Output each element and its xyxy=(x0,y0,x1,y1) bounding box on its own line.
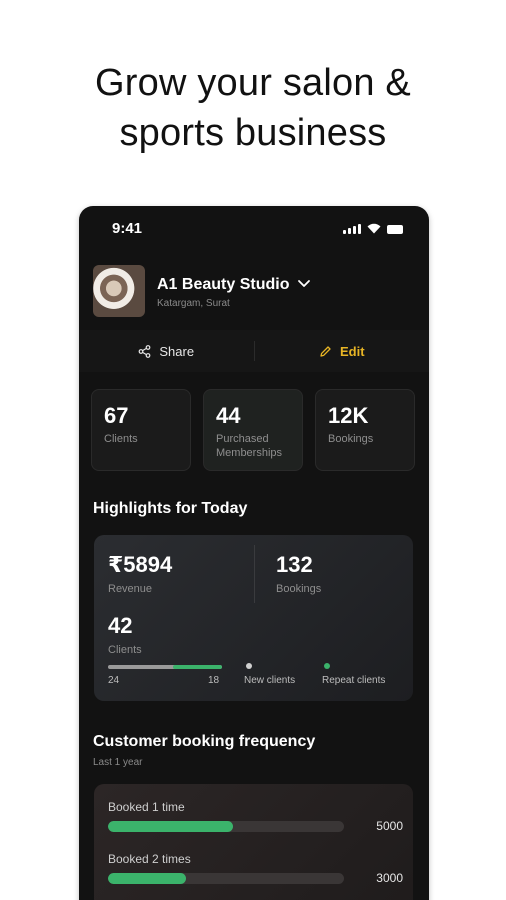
stat-card-bookings[interactable]: 12K Bookings xyxy=(315,389,415,471)
stat-value: 67 xyxy=(104,403,129,428)
pencil-icon xyxy=(320,345,331,357)
share-button[interactable]: Share xyxy=(79,330,254,372)
frequency-value: 5000 xyxy=(376,819,403,833)
revenue-value: ₹5894 xyxy=(108,552,173,577)
frequency-track xyxy=(108,873,344,884)
headline: Grow your salon & sports business xyxy=(0,58,506,158)
bookings-label: Bookings xyxy=(276,583,322,595)
frequency-row: Booked 1 time 5000 xyxy=(108,800,403,848)
studio-location: Katargam, Surat xyxy=(157,298,230,309)
edit-button[interactable]: Edit xyxy=(255,330,430,372)
status-icons xyxy=(343,223,403,234)
legend-new-label: New clients xyxy=(244,675,296,686)
bookings-value: 132 xyxy=(276,552,313,577)
phone-screen: 9:41 A1 Beauty Studio Katargam, Surat Sh… xyxy=(79,206,429,900)
stat-card-memberships[interactable]: 44 Purchased Memberships xyxy=(203,389,303,471)
wifi-icon xyxy=(367,223,381,234)
new-clients-dot xyxy=(246,663,252,669)
stat-label: Clients xyxy=(104,433,138,445)
repeat-clients-dot xyxy=(324,663,330,669)
stats-row: 67 Clients 44 Purchased Memberships 12K … xyxy=(91,389,415,471)
battery-icon xyxy=(387,225,403,234)
clients-value: 42 xyxy=(108,613,133,638)
frequency-fill xyxy=(108,873,186,884)
chevron-down-icon[interactable] xyxy=(296,276,312,292)
frequency-card: Booked 1 time 5000 Booked 2 times 3000 xyxy=(94,784,413,900)
stat-value: 44 xyxy=(216,403,241,428)
stat-label: Purchased Memberships xyxy=(216,433,283,459)
revenue-label: Revenue xyxy=(108,583,153,595)
status-time: 9:41 xyxy=(112,220,143,237)
share-label: Share xyxy=(159,343,195,359)
signal-icon xyxy=(343,224,361,234)
new-clients-count: 24 xyxy=(108,675,120,686)
frequency-label: Booked 2 times xyxy=(108,852,191,866)
frequency-subtitle: Last 1 year xyxy=(93,757,143,768)
headline-line-1: Grow your salon & xyxy=(95,62,411,104)
edit-label: Edit xyxy=(339,343,365,359)
share-icon xyxy=(138,344,151,358)
stat-value: 12K xyxy=(328,403,369,428)
headline-line-2: sports business xyxy=(119,112,387,154)
highlights-divider xyxy=(254,545,255,603)
studio-avatar xyxy=(93,265,145,317)
repeat-clients-fill xyxy=(173,665,222,669)
frequency-row: Booked 2 times 3000 xyxy=(108,852,403,900)
repeat-clients-count: 18 xyxy=(208,675,220,686)
clients-label: Clients xyxy=(108,644,142,656)
frequency-title: Customer booking frequency xyxy=(93,733,316,750)
stat-label: Bookings xyxy=(328,433,374,445)
frequency-label: Booked 1 time xyxy=(108,800,185,814)
highlights-title: Highlights for Today xyxy=(93,500,248,517)
studio-header[interactable]: A1 Beauty Studio Katargam, Surat xyxy=(79,260,429,320)
studio-name: A1 Beauty Studio xyxy=(157,276,290,293)
highlights-card: ₹5894 Revenue 132 Bookings 42 Clients 24… xyxy=(94,535,413,701)
action-bar: Share Edit xyxy=(79,330,429,372)
frequency-value: 3000 xyxy=(376,871,403,885)
status-bar: 9:41 xyxy=(79,206,429,250)
frequency-fill xyxy=(108,821,234,832)
stat-card-clients[interactable]: 67 Clients xyxy=(91,389,191,471)
clients-split-bar xyxy=(108,665,222,669)
legend-repeat-label: Repeat clients xyxy=(322,675,386,686)
frequency-track xyxy=(108,821,344,832)
